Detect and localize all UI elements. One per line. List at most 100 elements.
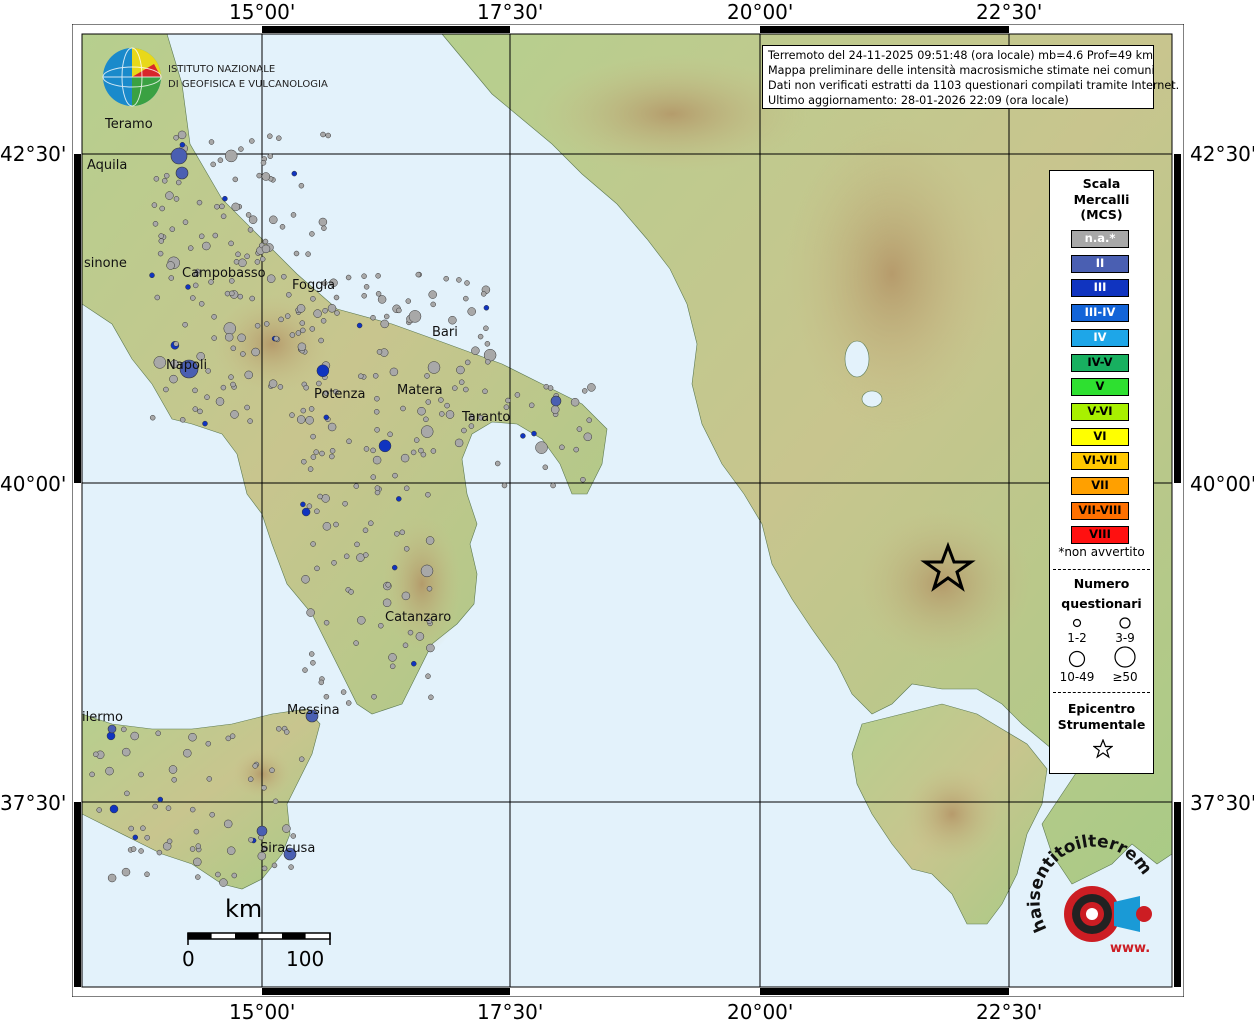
questionnaire-dot [305,416,314,425]
questionnaire-dot [175,179,182,186]
questionnaire-dot [290,833,297,839]
questionnaire-dot [321,494,330,503]
questionnaire-dot [583,432,593,442]
questionnaire-dot [158,238,165,244]
questionnaire-dot-ii [170,147,188,165]
questionnaire-dot [144,871,150,878]
questionnaire-dot [346,438,352,445]
city-siracusa: Siracusa [260,841,315,856]
tick-top-2: 17°30' [477,0,544,24]
questionnaire-dot [109,804,119,814]
questionnaire-dot [247,227,254,233]
questionnaire-dot [477,333,484,340]
questionnaire-dot [220,384,227,391]
questionnaire-dot [353,640,359,646]
questionnaire-dot [394,531,400,537]
questionnaire-dot [179,417,186,423]
questionnaire-dot [300,407,307,414]
questionnaire-dot [209,811,215,818]
questionnaire-dot [163,172,170,179]
questionnaire-dot [586,417,592,423]
questionnaire-dot [168,765,178,774]
questionnaire-dot [425,673,431,679]
questionnaire-dot [308,406,315,412]
questionnaire-dot [149,414,156,421]
questionnaire-dot [284,313,291,319]
questionnaire-dot [247,418,253,424]
questionnaire-dot [378,439,392,453]
questionnaire-dot [327,304,337,313]
questionnaire-dot [244,370,253,380]
questionnaire-dot [322,307,328,314]
questionnaire-dot [231,202,240,212]
questionnaire-dot [273,335,280,342]
questionnaire-dot [306,608,315,617]
questionnaire-dot [271,862,278,869]
questionnaire-dot [228,374,234,380]
questionnaire-dot [375,273,381,279]
count-title-line-1: Numero [1073,576,1130,591]
questionnaire-dot [222,195,228,202]
questionnaire-dot [166,261,175,270]
questionnaire-dot [276,726,282,732]
questionnaire-dot [206,776,213,782]
questionnaire-dot [396,496,402,502]
questionnaire-dot [317,493,323,500]
questionnaire-dot [310,541,316,547]
event-info-box: Terremoto del 24-11-2025 09:51:48 (ora l… [762,45,1180,109]
questionnaire-dot [310,660,316,666]
questionnaire-dot [373,409,380,415]
legend-divider-1 [1053,569,1150,570]
questionnaire-dot [140,825,146,831]
count-label-2: 3-9 [1115,631,1135,645]
questionnaire-dot [389,663,396,670]
questionnaire-dot [306,503,313,509]
city-palermo: ilermo [82,710,123,725]
questionnaire-dot [277,384,284,390]
questionnaire-dot [372,455,382,465]
lake-prespa [861,390,883,408]
questionnaire-dot [192,406,199,412]
questionnaire-dot [408,310,422,323]
tick-right-2: 40°00' [1190,472,1254,496]
questionnaire-dot [290,212,297,218]
info-line-1: Terremoto del 24-11-2025 09:51:48 (ora l… [768,49,1154,62]
questionnaire-dot [261,172,271,181]
questionnaire-dot [226,846,236,855]
questionnaire-dot [169,374,178,384]
questionnaire-dot [305,251,311,257]
questionnaire-dot [169,226,176,232]
questionnaire-dot [267,133,273,139]
questionnaire-dot [550,405,560,414]
questionnaire-dot [153,356,167,369]
city-frosinone: sinone [84,256,127,271]
epicenter-title-line-2: Strumentale [1057,717,1146,732]
city-matera: Matera [397,383,443,398]
questionnaire-dot [158,233,164,239]
logo-line2: DI GEOFISICA E VULCANOLOGIA [168,79,328,90]
questionnaire-dot [420,451,427,458]
info-line-3: Dati non verificati estratti da 1103 que… [768,79,1180,92]
legend-class-8: V-VI [1071,402,1129,421]
questionnaire-dot [501,482,508,489]
questionnaire-dot [240,351,246,357]
tick-right-3: 37°30' [1190,791,1254,815]
questionnaire-dot [374,395,380,402]
questionnaire-dot [378,622,384,629]
city-potenza: Potenza [314,387,365,402]
questionnaire-dot [318,679,325,686]
questionnaire-dot [587,383,596,392]
questionnaire-dot [262,238,269,245]
questionnaire-dot [389,367,399,377]
questionnaire-dot [329,453,335,460]
questionnaire-dot [463,386,469,393]
questionnaire-dot [407,629,414,636]
questionnaire-dot [461,427,467,434]
questionnaire-dot [458,379,465,385]
questionnaire-dot [340,689,347,695]
questionnaire-dot [301,575,310,584]
questionnaire-dot [261,865,268,872]
questionnaire-dot [151,202,158,208]
questionnaire-dot [215,871,221,878]
questionnaire-dot [152,221,159,227]
